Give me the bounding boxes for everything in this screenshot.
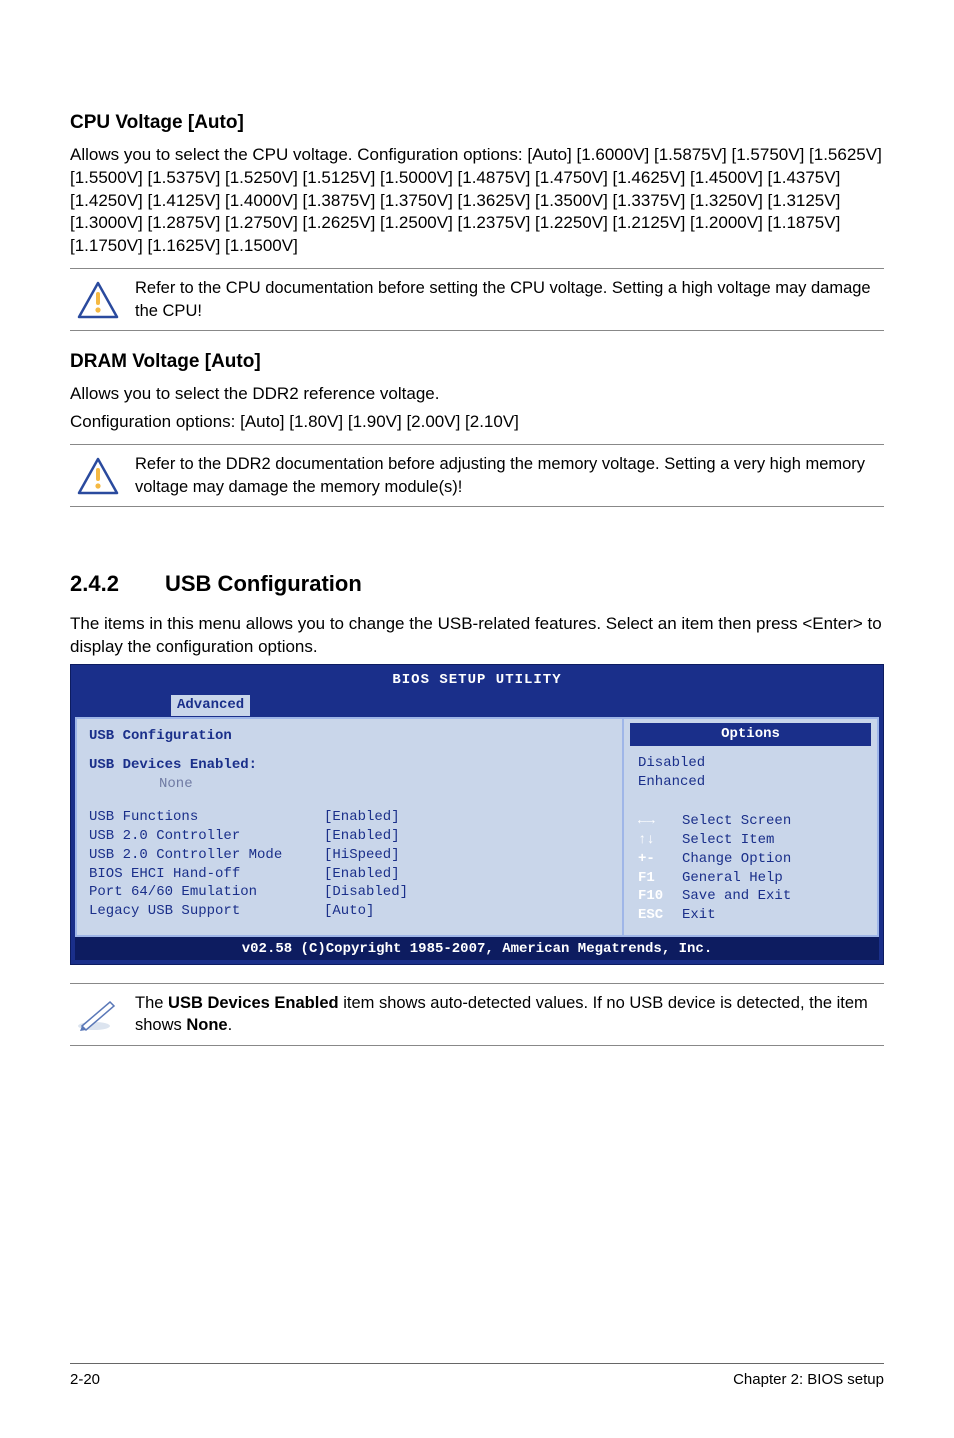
help-exit: ESCExit	[638, 906, 867, 925]
options-list: Disabled Enhanced	[624, 754, 877, 800]
dram-voltage-heading: DRAM Voltage [Auto]	[70, 349, 884, 375]
usb-devices-enabled-value: None	[89, 775, 610, 794]
bios-row-usb-functions[interactable]: USB Functions[Enabled]	[89, 808, 610, 827]
options-title: Options	[630, 723, 871, 746]
cpu-caution-note: Refer to the CPU documentation before se…	[70, 268, 884, 331]
dram-caution-text: Refer to the DDR2 documentation before a…	[125, 453, 884, 498]
cpu-voltage-heading: CPU Voltage [Auto]	[70, 110, 884, 136]
help-select-screen: ←→Select Screen	[638, 812, 867, 831]
cpu-voltage-body: Allows you to select the CPU voltage. Co…	[70, 144, 884, 259]
usb-config-heading: 2.4.2USB Configuration	[70, 569, 884, 599]
bios-panel: BIOS SETUP UTILITY Advanced USB Configur…	[70, 664, 884, 965]
bios-tab-advanced[interactable]: Advanced	[170, 694, 251, 717]
bios-row-port-6460-emulation[interactable]: Port 64/60 Emulation[Disabled]	[89, 883, 610, 902]
chapter-label: Chapter 2: BIOS setup	[733, 1370, 884, 1390]
help-save-exit: F10Save and Exit	[638, 887, 867, 906]
help-general-help: F1General Help	[638, 869, 867, 888]
bios-row-usb20-controller-mode[interactable]: USB 2.0 Controller Mode[HiSpeed]	[89, 846, 610, 865]
bios-right-pane: Options Disabled Enhanced ←→Select Scree…	[622, 719, 877, 935]
usb-config-intro: The items in this menu allows you to cha…	[70, 613, 884, 659]
page-number: 2-20	[70, 1370, 100, 1390]
option-disabled[interactable]: Disabled	[638, 754, 867, 773]
dram-caution-note: Refer to the DDR2 documentation before a…	[70, 444, 884, 507]
page-footer: 2-20 Chapter 2: BIOS setup	[70, 1363, 884, 1390]
cpu-caution-text: Refer to the CPU documentation before se…	[125, 277, 884, 322]
bios-help: ←→Select Screen ↑↓Select Item +-Change O…	[624, 812, 877, 935]
usb-devices-note: The USB Devices Enabled item shows auto-…	[70, 983, 884, 1046]
bios-inner: USB Configuration USB Devices Enabled: N…	[75, 717, 879, 937]
bios-footer: v02.58 (C)Copyright 1985-2007, American …	[75, 937, 879, 960]
dram-voltage-body-1: Allows you to select the DDR2 reference …	[70, 383, 884, 406]
option-enhanced[interactable]: Enhanced	[638, 773, 867, 792]
bios-tab-row: Advanced	[75, 694, 879, 717]
bios-row-legacy-usb-support[interactable]: Legacy USB Support[Auto]	[89, 902, 610, 921]
caution-icon	[70, 281, 125, 319]
bios-row-usb20-controller[interactable]: USB 2.0 Controller[Enabled]	[89, 827, 610, 846]
caution-icon	[70, 457, 125, 495]
usb-devices-enabled-label: USB Devices Enabled:	[89, 756, 610, 775]
pencil-icon	[70, 996, 125, 1032]
bios-left-pane: USB Configuration USB Devices Enabled: N…	[77, 719, 622, 935]
section-title: USB Configuration	[165, 571, 362, 596]
section-number: 2.4.2	[70, 569, 165, 599]
usb-devices-note-text: The USB Devices Enabled item shows auto-…	[125, 992, 884, 1037]
bios-left-header: USB Configuration	[89, 727, 610, 746]
help-change-option: +-Change Option	[638, 850, 867, 869]
bios-row-bios-ehci-handoff[interactable]: BIOS EHCI Hand-off[Enabled]	[89, 865, 610, 884]
dram-voltage-body-2: Configuration options: [Auto] [1.80V] [1…	[70, 411, 884, 434]
help-select-item: ↑↓Select Item	[638, 831, 867, 850]
bios-title: BIOS SETUP UTILITY	[75, 669, 879, 694]
